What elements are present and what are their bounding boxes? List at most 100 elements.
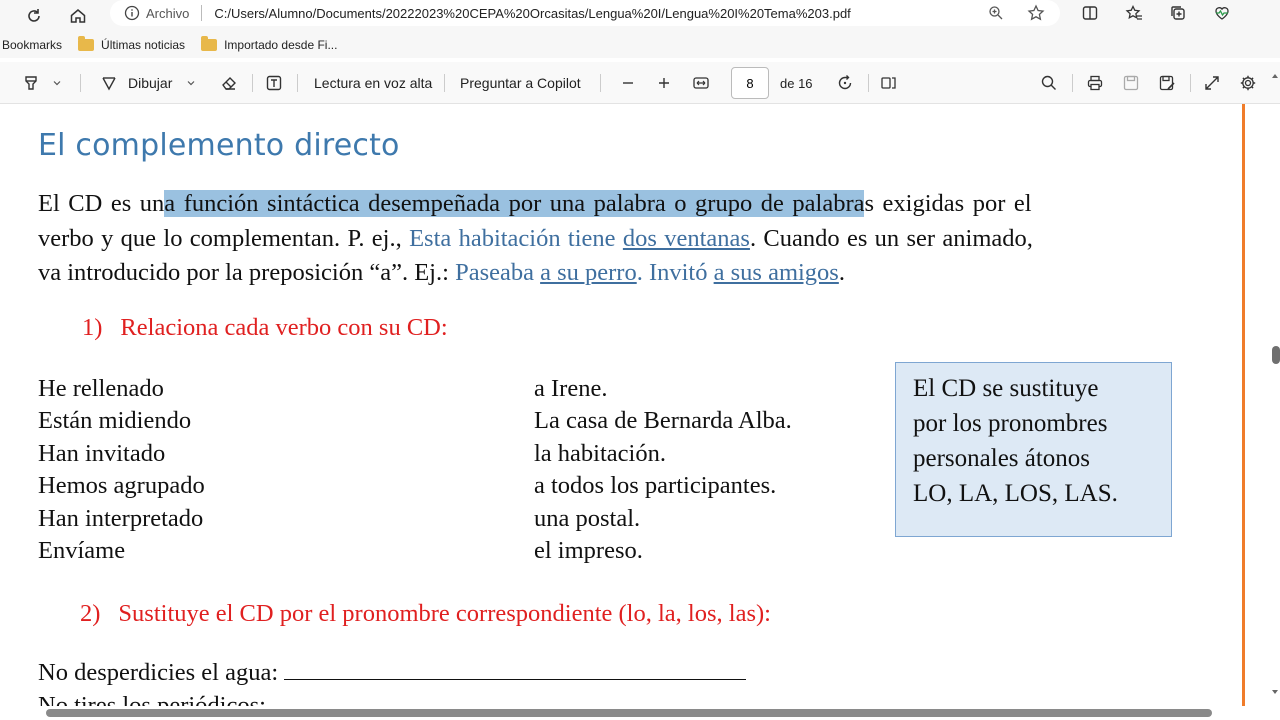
- split-screen-icon[interactable]: [1076, 0, 1104, 27]
- home-icon: [70, 9, 86, 23]
- favorites-icon[interactable]: [1120, 0, 1148, 27]
- page-view-button[interactable]: [880, 69, 898, 97]
- search-button[interactable]: [1040, 69, 1058, 97]
- example-text: . Invitó: [636, 259, 714, 286]
- draw-pen-icon: [102, 77, 116, 91]
- fullscreen-button[interactable]: [1203, 69, 1221, 97]
- url-divider: [201, 5, 203, 21]
- toolbar-divider: [297, 74, 298, 92]
- vertical-scroll-thumb[interactable]: [1272, 346, 1280, 364]
- zoom-in-button[interactable]: [656, 69, 672, 97]
- pdf-toolbar: Dibujar Lectura en voz alta Preguntar a …: [0, 62, 1280, 104]
- page-edge-marker: [1242, 104, 1245, 706]
- plus-icon: [659, 78, 669, 88]
- url-text[interactable]: C:/Users/Alumno/Documents/20222023%20CEP…: [214, 6, 850, 21]
- save-as-icon: [1159, 75, 1175, 91]
- draw-button[interactable]: Dibujar: [100, 69, 196, 97]
- sentence-text: No tires los periódicos:: [38, 692, 266, 706]
- page-number-input[interactable]: 8: [731, 67, 769, 99]
- verb-item: Envíame: [38, 537, 126, 565]
- chevron-down-icon[interactable]: [52, 78, 62, 88]
- bookmark-label: Importado desde Fi...: [224, 38, 338, 52]
- example-text: Esta habitación tiene: [409, 225, 623, 252]
- folder-icon: [78, 36, 95, 51]
- scroll-up-icon[interactable]: [1271, 72, 1279, 80]
- save-icon: [1123, 75, 1139, 91]
- selected-text[interactable]: a función sintáctica desempeñada por una…: [164, 190, 865, 217]
- object-item: el impreso.: [534, 537, 643, 565]
- refresh-icon: [28, 9, 40, 22]
- highlighter-icon: [25, 76, 37, 90]
- verb-item: Hemos agrupado: [38, 472, 205, 500]
- rotate-icon: [838, 75, 852, 90]
- bookmark-label: Últimas noticias: [101, 38, 186, 52]
- gear-icon: [1240, 75, 1256, 91]
- fit-width-icon: [693, 77, 709, 89]
- url-bar[interactable]: Archivo C:/Users/Alumno/Documents/202220…: [110, 0, 1060, 26]
- bookmark-ultimas-noticias[interactable]: Últimas noticias: [78, 36, 186, 52]
- favorite-star-icon[interactable]: [1022, 0, 1050, 27]
- exercise-text: Sustituye el CD por el pronombre corresp…: [118, 600, 771, 627]
- objects-column: a Irene. La casa de Bernarda Alba. la ha…: [534, 373, 792, 567]
- browser-essentials-icon[interactable]: [1208, 0, 1236, 27]
- toolbar-divider: [600, 74, 601, 92]
- text-run: El CD es un: [38, 190, 165, 217]
- note-line: LO, LA, LOS, LAS.: [913, 480, 1118, 507]
- horizontal-scrollbar[interactable]: [0, 706, 1280, 720]
- bookmark-importado[interactable]: Importado desde Fi...: [201, 36, 338, 52]
- minus-icon: [623, 82, 633, 84]
- save-as-button[interactable]: [1158, 69, 1176, 97]
- toolbar-divider: [1072, 74, 1073, 92]
- object-item: la habitación.: [534, 439, 666, 467]
- refresh-button[interactable]: [20, 2, 48, 30]
- archivo-label: Archivo: [146, 5, 190, 21]
- browser-actions: [1076, 0, 1236, 26]
- save-button[interactable]: [1122, 69, 1140, 97]
- text-run: .: [838, 259, 845, 286]
- paragraph-line-2: verbo y que lo complementan. P. ej., Est…: [38, 225, 1176, 253]
- collections-icon[interactable]: [1164, 0, 1192, 27]
- exercise-sentence: No desperdicies el agua:: [38, 659, 1176, 687]
- verb-item: He rellenado: [38, 375, 164, 402]
- draw-label: Dibujar: [128, 75, 173, 91]
- print-button[interactable]: [1086, 69, 1104, 97]
- toolbar-divider: [252, 74, 253, 92]
- example-cd: a sus amigos: [713, 259, 839, 286]
- paragraph-line-3: va introducido por la preposición “a”. E…: [38, 259, 1176, 287]
- exercise-number: 1): [82, 314, 103, 341]
- horizontal-scroll-thumb[interactable]: [46, 709, 1212, 717]
- bookmarks-label[interactable]: Bookmarks: [2, 38, 62, 52]
- paragraph-line-1: El CD es una función sintáctica desempeñ…: [38, 190, 1176, 218]
- example-cd: dos ventanas: [622, 225, 750, 252]
- text-run: . Cuando es un ser animado,: [749, 225, 1033, 252]
- scroll-down-icon[interactable]: [1271, 688, 1279, 696]
- exercise-text: Relaciona cada verbo con su CD:: [120, 314, 448, 341]
- home-button[interactable]: [64, 2, 92, 30]
- settings-button[interactable]: [1239, 69, 1257, 97]
- example-text: Paseaba: [455, 259, 541, 286]
- zoom-icon[interactable]: [982, 0, 1010, 27]
- bookmarks-bar: Bookmarks Últimas noticias Importado des…: [0, 32, 1280, 58]
- chevron-down-icon[interactable]: [186, 78, 196, 88]
- vertical-scrollbar[interactable]: [1268, 74, 1280, 706]
- fit-width-button[interactable]: [692, 69, 710, 97]
- highlight-button[interactable]: [22, 69, 62, 97]
- read-aloud-button[interactable]: Lectura en voz alta: [314, 69, 432, 97]
- text-run: s exigidas por el: [864, 190, 1032, 217]
- verbs-column: He rellenado Están midiendo Han invitado…: [38, 373, 205, 567]
- ask-copilot-button[interactable]: Preguntar a Copilot: [460, 69, 581, 97]
- info-icon[interactable]: [124, 5, 140, 21]
- object-item: La casa de Bernarda Alba.: [534, 407, 792, 435]
- zoom-out-button[interactable]: [620, 69, 636, 97]
- cd-note-box: El CD se sustituye por los pronombres pe…: [895, 362, 1172, 537]
- toolbar-divider: [444, 74, 445, 92]
- rotate-button[interactable]: [836, 69, 854, 97]
- expand-icon: [1205, 76, 1219, 90]
- note-line: El CD se sustituye: [913, 375, 1099, 402]
- section-title: El complemento directo: [38, 128, 400, 163]
- eraser-button[interactable]: [220, 69, 238, 97]
- toolbar-divider: [868, 74, 869, 92]
- url-actions: [982, 0, 1050, 26]
- text-run: verbo y que lo complementan. P. ej.,: [38, 225, 410, 252]
- text-button[interactable]: [265, 69, 283, 97]
